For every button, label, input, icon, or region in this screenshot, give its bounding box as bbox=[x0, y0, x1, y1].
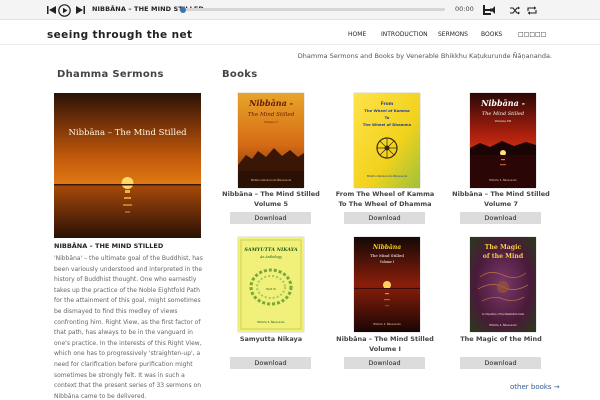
book-title-wheel-of-kamma[interactable]: From The Wheel of Kamma To The Wheel of … bbox=[325, 190, 445, 209]
sermons-heading: Dhamma Sermons bbox=[57, 69, 164, 80]
excerpt-line: been variously understood and interprete… bbox=[54, 265, 203, 273]
book-title-line: Nibbāna – The Mind Stilled bbox=[452, 190, 550, 198]
cover-volume: The Wheel of Dhamma bbox=[363, 122, 412, 127]
book-title-magic-of-the-mind[interactable]: The Magic of the Mind bbox=[441, 335, 561, 345]
audio-player-bar: NIBBĀNA – THE MIND STILLED 00:00 bbox=[0, 0, 600, 20]
excerpt-line: that path, has always to be in the vangu… bbox=[54, 329, 193, 337]
site-tagline: Dhamma Sermons and Books by Venerable Bh… bbox=[297, 52, 552, 60]
cover-title: Nibbāna bbox=[372, 244, 401, 251]
book-title-nibbana-vol1[interactable]: Nibbāna – The Mind Stilled Volume I bbox=[325, 335, 445, 354]
excerpt-line: Nibbāna came to be delivered. bbox=[54, 392, 147, 400]
excerpt-line: for the attainment of this goal, might s… bbox=[54, 297, 201, 305]
feature-sermon-image[interactable]: Nibbāna – The Mind Stilled bbox=[54, 93, 201, 238]
sermon-title[interactable]: NIBBĀNA – THE MIND STILLED bbox=[54, 242, 163, 250]
download-button[interactable]: Download bbox=[344, 212, 425, 224]
nav-introduction[interactable]: INTRODUCTION bbox=[381, 31, 428, 38]
excerpt-line: context that the present series of 33 se… bbox=[54, 382, 201, 390]
main-nav: HOME INTRODUCTION SERMONS BOOKS □□□□□ bbox=[0, 31, 600, 41]
book-title-line: Volume I bbox=[369, 344, 401, 353]
cover-author: Bhikkhu K. Ñāṇananda bbox=[489, 179, 517, 182]
cover-author: Bhikkhu K. Ñāṇananda bbox=[257, 321, 285, 324]
cover-subtitle: The Mind Stilled bbox=[248, 112, 295, 118]
cover-title: SAMYUTTA NIKAYA bbox=[244, 247, 297, 253]
book-cover-nibbana-vol7[interactable]: Nibbāna - The Mind Stilled Volume VII Bh… bbox=[470, 93, 536, 188]
other-books-link[interactable]: other books → bbox=[510, 383, 560, 391]
cover-author: Bhikkhu K. Ñāṇananda bbox=[373, 323, 401, 326]
nav-sermons[interactable]: SERMONS bbox=[438, 31, 468, 38]
progress-track[interactable] bbox=[180, 8, 445, 11]
cover-subtitle: The Wheel of Kamma bbox=[364, 108, 410, 113]
download-button[interactable]: Download bbox=[230, 212, 311, 224]
book-title-nibbana-vol5[interactable]: Nibbāna – The Mind Stilled Volume 5 bbox=[211, 190, 331, 209]
nav-home[interactable]: HOME bbox=[348, 31, 366, 38]
book-cover-magic-of-the-mind[interactable]: The Magic of the Mind An Exposition of t… bbox=[470, 237, 536, 332]
cover-volume: An Exposition of the Kālakārāma Sutta bbox=[482, 313, 525, 316]
shuffle-icon[interactable] bbox=[509, 3, 521, 17]
book-title-nibbana-vol7[interactable]: Nibbāna – The Mind Stilled Volume 7 bbox=[441, 190, 561, 209]
excerpt-line: takes up the practice of the Noble Eight… bbox=[54, 286, 200, 294]
excerpt-line: history of Buddhist thought. One who ear… bbox=[54, 276, 197, 284]
cover-volume: Volume V bbox=[263, 120, 279, 124]
books-heading: Books bbox=[222, 69, 258, 80]
volume-icon[interactable] bbox=[489, 3, 501, 17]
time-readout: 00:00 bbox=[455, 5, 474, 13]
book-title-line: Samyutta Nikaya bbox=[239, 335, 303, 343]
repeat-icon[interactable] bbox=[526, 3, 538, 17]
excerpt-line: confronting him. Right View, as the firs… bbox=[54, 318, 201, 326]
book-cover-samyutta-nikaya[interactable]: SAMYUTTA NIKAYA An Anthology Part III Bh… bbox=[238, 237, 304, 332]
play-circle-icon[interactable] bbox=[57, 3, 71, 17]
book-title-line: The Magic of the Mind bbox=[460, 335, 542, 343]
book-cover-nibbana-vol1[interactable]: Nibbāna The Mind Stilled Volume I Bhikkh… bbox=[354, 237, 420, 332]
book-title-line: To The Wheel of Dhamma bbox=[338, 199, 432, 208]
book-title-line: Nibbāna – The Mind Stilled bbox=[336, 335, 434, 343]
excerpt-line: be dismayed to find this medley of views bbox=[54, 307, 178, 315]
sermon-excerpt: 'Nibbāna' – the ultimate goal of the Bud… bbox=[54, 254, 204, 400]
progress-handle[interactable] bbox=[180, 6, 186, 13]
cover-subtitle: The Mind Stilled bbox=[370, 253, 404, 258]
download-button[interactable]: Download bbox=[460, 357, 541, 369]
feature-image-title: Nibbāna – The Mind Stilled bbox=[68, 128, 187, 138]
cover-volume: Volume I bbox=[379, 260, 395, 264]
download-button[interactable]: Download bbox=[230, 357, 311, 369]
cover-volume: Part III bbox=[266, 287, 276, 291]
book-title-line: Nibbāna – The Mind Stilled bbox=[222, 190, 320, 198]
cover-title: Nibbāna - bbox=[248, 98, 293, 108]
book-title-line: Volume 5 bbox=[254, 199, 288, 208]
download-button[interactable]: Download bbox=[460, 212, 541, 224]
cover-author: Bhikkhu Katukurunde Ñāṇananda bbox=[251, 179, 292, 182]
book-title-samyutta-nikaya[interactable]: Samyutta Nikaya bbox=[211, 335, 331, 345]
nav-books[interactable]: BOOKS bbox=[481, 31, 502, 38]
cover-author: Bhikkhu Katukurunde Ñāṇananda bbox=[367, 175, 408, 178]
skip-forward-icon[interactable] bbox=[74, 3, 86, 17]
cover-title: The Magic bbox=[485, 244, 522, 251]
cover-volume: Volume VII bbox=[494, 119, 513, 123]
cover-subtitle: The Mind Stilled bbox=[482, 111, 524, 117]
cover-subtitle: of the Mind bbox=[483, 253, 524, 260]
cover-to: To bbox=[385, 115, 390, 120]
excerpt-line: one's practice. In the interests of this… bbox=[54, 339, 202, 347]
excerpt-line: need for clarification before purificati… bbox=[54, 360, 193, 368]
download-button[interactable]: Download bbox=[344, 357, 425, 369]
excerpt-line: which one has to progressively 'straight… bbox=[54, 350, 201, 358]
skip-back-icon[interactable] bbox=[45, 3, 57, 17]
book-cover-nibbana-vol5[interactable]: Nibbāna - The Mind Stilled Volume V Bhik… bbox=[238, 93, 304, 188]
cover-author: Bhikkhu K. Ñāṇananda bbox=[489, 324, 517, 327]
nav-language[interactable]: □□□□□ bbox=[518, 31, 546, 38]
book-title-line: Volume 7 bbox=[484, 199, 518, 208]
book-title-line: From The Wheel of Kamma bbox=[335, 190, 435, 198]
header-divider bbox=[0, 44, 600, 45]
cover-subtitle: An Anthology bbox=[259, 255, 282, 259]
book-cover-wheel-of-kamma[interactable]: From The Wheel of Kamma To The Wheel of … bbox=[354, 93, 420, 188]
cover-title: Nibbāna - bbox=[480, 98, 525, 108]
excerpt-line: sometimes be strongly felt. It was in su… bbox=[54, 371, 185, 379]
cover-title: From bbox=[381, 101, 394, 107]
excerpt-line: 'Nibbāna' – the ultimate goal of the Bud… bbox=[54, 255, 203, 262]
